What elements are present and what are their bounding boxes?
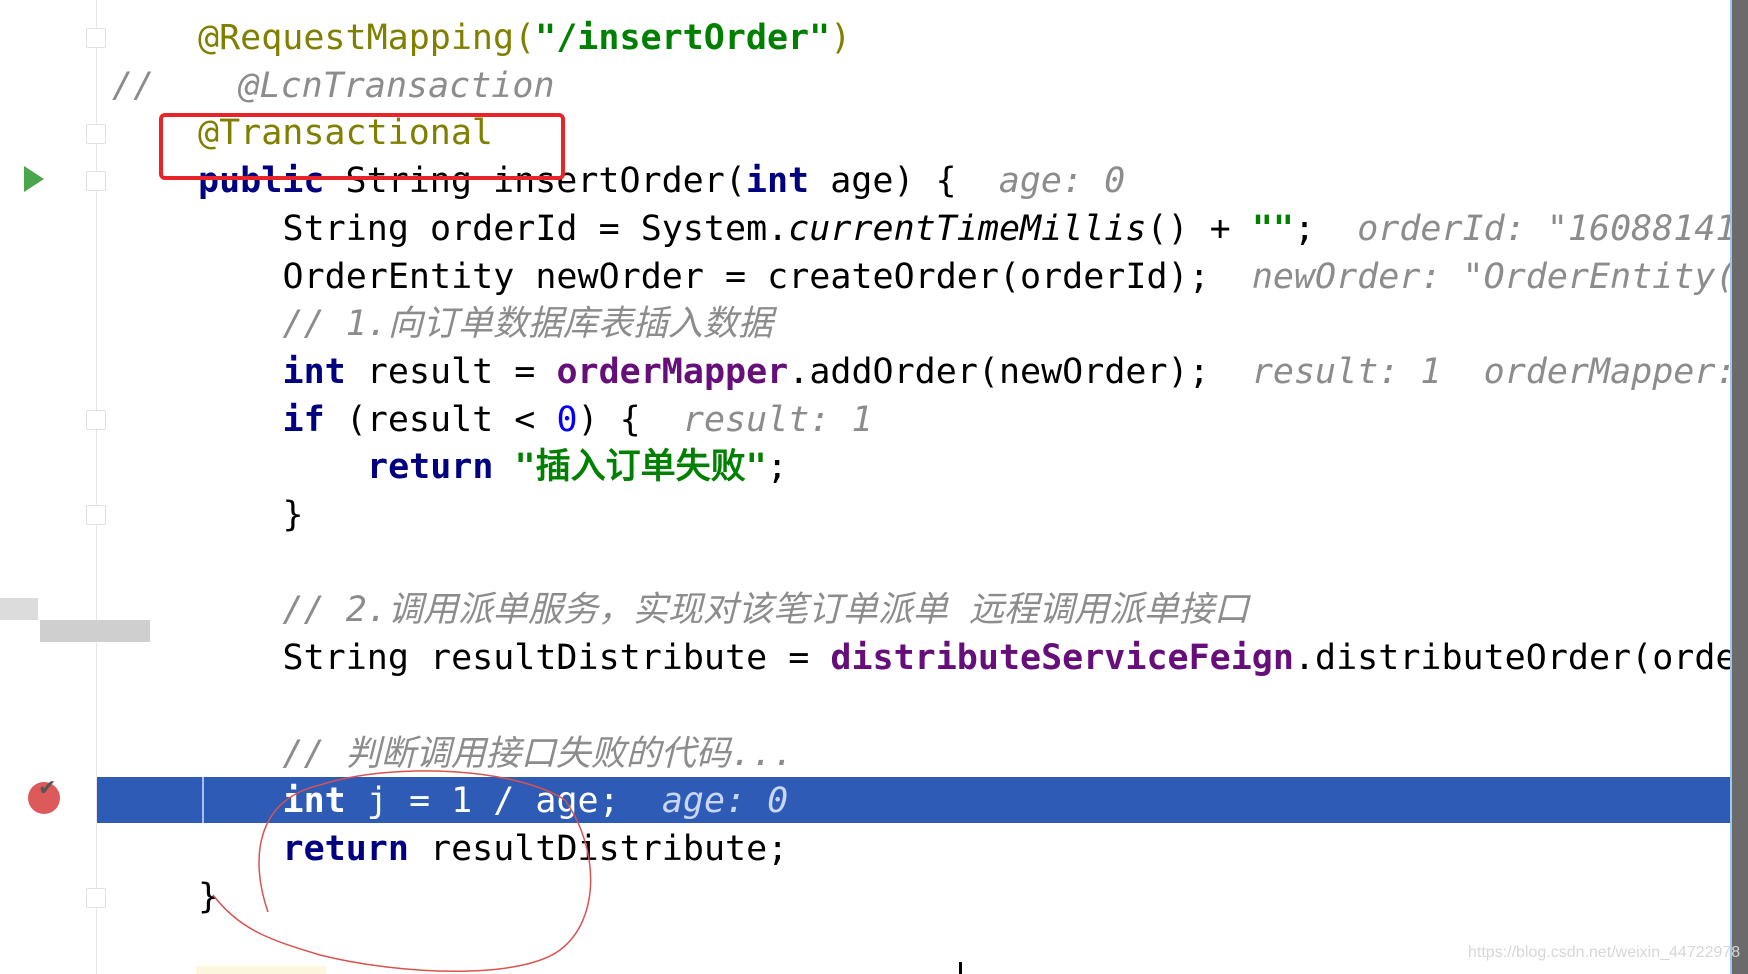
scrollbar[interactable] — [1730, 0, 1748, 974]
text-caret — [959, 962, 962, 974]
hand-drawn-circle — [212, 770, 592, 972]
watermark: https://blog.csdn.net/weixin_44722978 — [1468, 944, 1741, 961]
bottom-strip — [196, 966, 326, 974]
